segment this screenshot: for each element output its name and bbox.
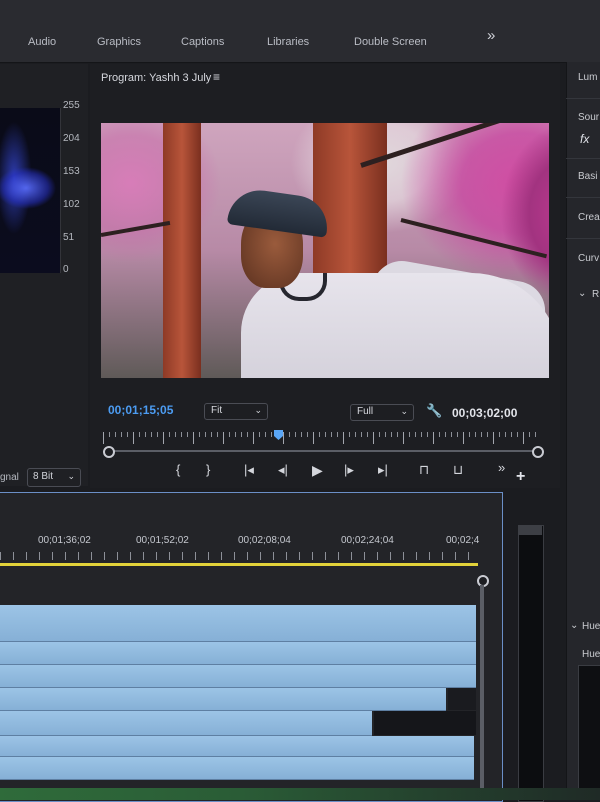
timeline-ruler[interactable] bbox=[0, 552, 478, 560]
more-controls-icon[interactable]: » bbox=[498, 460, 505, 475]
video-frame[interactable] bbox=[101, 123, 549, 378]
chevron-down-icon[interactable]: ⌄ bbox=[578, 288, 586, 299]
mark-out-button[interactable]: } bbox=[206, 462, 210, 477]
tree-branch bbox=[400, 218, 548, 259]
empty-track-gap bbox=[448, 688, 476, 710]
signal-label: gnal bbox=[0, 472, 19, 483]
wrench-icon[interactable]: 🔧 bbox=[426, 403, 442, 419]
timeline-timecode: 00;02;24;04 bbox=[341, 535, 394, 546]
tab-audio[interactable]: Audio bbox=[28, 36, 56, 48]
bit-depth-dropdown[interactable]: 8 Bit ⌄ bbox=[27, 468, 81, 487]
curve-section-label: R bbox=[592, 289, 600, 300]
mark-in-button[interactable]: { bbox=[176, 462, 180, 477]
zoom-value: Fit bbox=[211, 405, 223, 416]
extract-icon[interactable]: ⊔ bbox=[453, 462, 463, 478]
video-clip[interactable] bbox=[0, 642, 476, 665]
go-to-in-button[interactable]: |◂ bbox=[244, 462, 254, 478]
audio-meter bbox=[518, 525, 544, 802]
divider bbox=[566, 238, 600, 239]
fx-icon[interactable]: fx bbox=[580, 132, 589, 146]
chevron-down-icon[interactable]: ⌄ bbox=[570, 620, 578, 631]
source-clip-label: Sour bbox=[578, 112, 600, 123]
bit-depth-value: 8 Bit bbox=[33, 471, 54, 482]
scope-scale-label: 153 bbox=[63, 166, 80, 177]
background-pillar bbox=[313, 123, 387, 273]
step-forward-button[interactable]: |▸ bbox=[344, 462, 354, 478]
chevron-down-icon: ⌄ bbox=[254, 405, 262, 415]
workspace-bar: Audio Graphics Captions Libraries Double… bbox=[0, 0, 600, 63]
duration-timecode: 00;03;02;00 bbox=[452, 406, 518, 420]
tree-branch bbox=[101, 220, 171, 237]
scope-scale-label: 255 bbox=[63, 100, 80, 111]
go-to-out-button[interactable]: ▸| bbox=[378, 462, 388, 478]
tree-branch bbox=[360, 123, 543, 168]
monitor-zoom-bar[interactable] bbox=[108, 450, 538, 452]
timeline-vertical-scrollbar[interactable] bbox=[480, 585, 484, 800]
divider bbox=[566, 98, 600, 99]
basic-correction-section[interactable]: Basi bbox=[578, 171, 597, 182]
monitor-time-ruler-major bbox=[103, 432, 541, 444]
audio-clip[interactable] bbox=[0, 736, 474, 757]
hue-curve-label: Hue bbox=[582, 649, 600, 660]
work-area-bar[interactable] bbox=[0, 563, 478, 566]
lumetri-tab[interactable]: Lum bbox=[578, 72, 597, 83]
video-clip[interactable] bbox=[0, 665, 476, 688]
timeline-timecode: 00;02;08;04 bbox=[238, 535, 291, 546]
video-clip[interactable] bbox=[0, 605, 476, 642]
video-clip[interactable] bbox=[0, 688, 446, 711]
resolution-dropdown[interactable]: Full ⌄ bbox=[350, 404, 414, 421]
audio-clip[interactable] bbox=[0, 757, 474, 780]
play-button[interactable]: ▶ bbox=[312, 462, 323, 479]
program-monitor-title[interactable]: Program: Yashh 3 July bbox=[101, 72, 211, 84]
zoom-bar-start-handle[interactable] bbox=[103, 446, 115, 458]
scope-scale-label: 102 bbox=[63, 199, 80, 210]
current-timecode[interactable]: 00;01;15;05 bbox=[108, 403, 173, 417]
divider bbox=[566, 197, 600, 198]
scope-scale-label: 51 bbox=[63, 232, 75, 243]
curves-section[interactable]: Curv bbox=[578, 253, 599, 264]
background-pillar bbox=[163, 123, 201, 378]
resolution-value: Full bbox=[357, 406, 374, 417]
video-clip[interactable] bbox=[0, 711, 372, 736]
divider bbox=[566, 158, 600, 159]
tab-captions[interactable]: Captions bbox=[181, 36, 224, 48]
lift-icon[interactable]: ⊓ bbox=[419, 462, 429, 478]
zoom-dropdown[interactable]: Fit ⌄ bbox=[204, 403, 268, 420]
panel-menu-icon[interactable]: ≡ bbox=[213, 70, 220, 84]
step-back-button[interactable]: ◂| bbox=[278, 462, 288, 478]
tab-double-screen[interactable]: Double Screen bbox=[354, 36, 427, 48]
chevron-down-icon: ⌄ bbox=[400, 406, 408, 416]
tab-libraries[interactable]: Libraries bbox=[267, 36, 309, 48]
waveform-scope bbox=[0, 108, 61, 273]
audio-meter-header bbox=[518, 525, 542, 535]
hue-curve-graph[interactable] bbox=[578, 665, 600, 797]
timeline-timecode: 00;01;36;02 bbox=[38, 535, 91, 546]
creative-section[interactable]: Crea bbox=[578, 212, 600, 223]
scope-scale-label: 204 bbox=[63, 133, 80, 144]
taskbar-strip bbox=[0, 788, 600, 800]
zoom-bar-end-handle[interactable] bbox=[532, 446, 544, 458]
chevron-down-icon: ⌄ bbox=[67, 471, 75, 481]
hue-section-label[interactable]: Hue bbox=[582, 621, 600, 632]
timeline-timecode: 00;02;4 bbox=[446, 535, 480, 546]
tab-graphics[interactable]: Graphics bbox=[97, 36, 141, 48]
timeline-timecode: 00;01;52;02 bbox=[136, 535, 189, 546]
scope-scale-label: 0 bbox=[63, 264, 69, 275]
button-editor-add-button[interactable]: + bbox=[516, 468, 525, 486]
empty-track-gap bbox=[374, 711, 476, 735]
more-workspaces-icon[interactable]: » bbox=[487, 27, 495, 44]
